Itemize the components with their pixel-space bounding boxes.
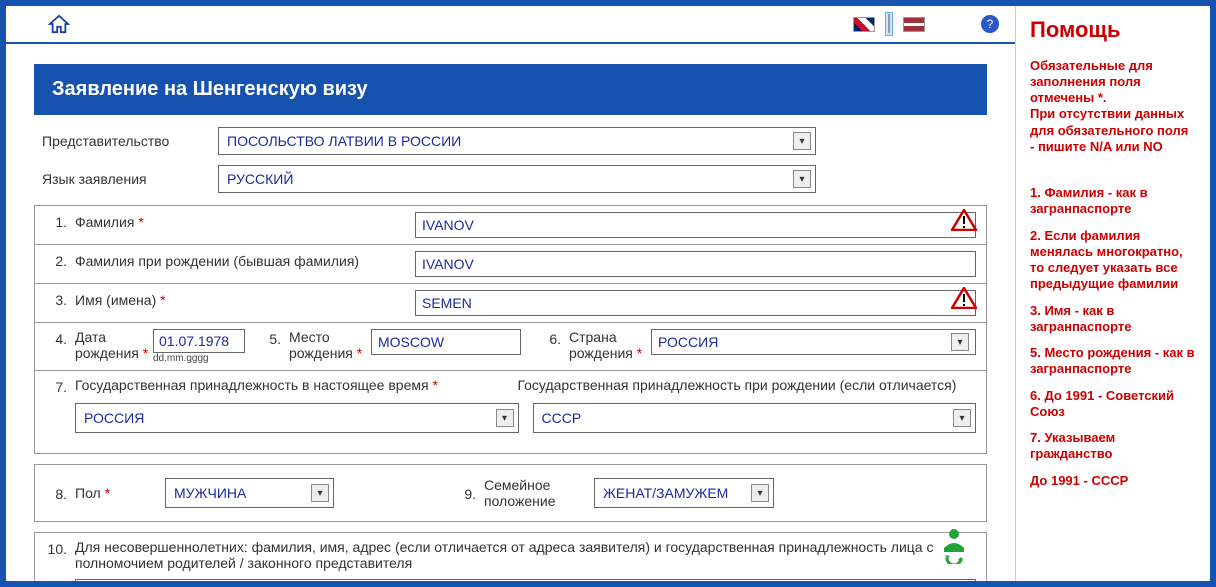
help-h1: 1. Фамилия - как в загранпаспорте — [1030, 185, 1196, 218]
sex-select[interactable]: МУЖЧИНА ▾ — [165, 478, 334, 508]
nationality-birth-select[interactable]: СССР ▾ — [533, 403, 977, 433]
help-h2: 2. Если фамилия менялась многократно, то… — [1030, 228, 1196, 293]
nationality-current-label: Государственная принадлежность в настоящ… — [75, 377, 429, 393]
birth-surname-label: Фамилия при рождении (бывшая фамилия) — [75, 251, 415, 269]
representation-label: Представительство — [34, 133, 218, 149]
language-select[interactable]: РУССКИЙ ▾ — [218, 165, 816, 193]
nationality-current-value: РОССИЯ — [84, 410, 144, 426]
nationality-birth-label: Государственная принадлежность при рожде… — [518, 377, 977, 393]
dob-value: 01.07.1978 — [159, 333, 229, 349]
chevron-down-icon: ▾ — [793, 170, 811, 188]
field-num: 4. — [45, 329, 67, 347]
page-title: Заявление на Шенгенскую визу — [34, 64, 987, 115]
warning-icon — [951, 209, 977, 234]
marital-select[interactable]: ЖЕНАТ/ЗАМУЖЕМ ▾ — [594, 478, 774, 508]
field-num: 2. — [45, 251, 67, 269]
field-num: 5. — [259, 329, 281, 347]
help-h7: 7. Указываем гражданство — [1030, 430, 1196, 463]
surname-input[interactable]: IVANOV — [415, 212, 976, 238]
field-num: 6. — [539, 329, 561, 347]
language-value: РУССКИЙ — [227, 171, 293, 187]
dob-label2: рождения — [75, 345, 139, 361]
minor-guardian-label: Для несовершеннолетних: фамилия, имя, ад… — [75, 539, 976, 571]
field-num: 3. — [45, 290, 67, 308]
dob-input[interactable]: 01.07.1978 — [153, 329, 245, 353]
birthplace-label2: рождения — [289, 345, 353, 361]
field-num: 7. — [45, 377, 67, 395]
flag-ru-icon[interactable] — [885, 12, 893, 36]
chevron-down-icon: ▾ — [793, 132, 811, 150]
firstname-label: Имя (имена) — [75, 292, 156, 308]
warning-icon — [951, 287, 977, 312]
birthcountry-select[interactable]: РОССИЯ ▾ — [651, 329, 976, 355]
help-h5: 5. Место рождения - как в загранпаспорте — [1030, 345, 1196, 378]
dob-label: Дата — [75, 329, 153, 345]
home-icon[interactable] — [48, 14, 70, 34]
dob-hint: dd.mm.gggg — [153, 353, 245, 364]
help-h7b: До 1991 - СССР — [1030, 473, 1196, 489]
surname-value: IVANOV — [422, 217, 474, 233]
nationality-birth-value: СССР — [542, 410, 582, 426]
chevron-down-icon: ▾ — [951, 333, 969, 351]
marital-value: ЖЕНАТ/ЗАМУЖЕМ — [603, 485, 728, 501]
marital-label: Семейное — [484, 477, 594, 493]
minor-guardian-input[interactable] — [75, 579, 976, 581]
help-icon[interactable]: ? — [981, 15, 999, 33]
chevron-down-icon: ▾ — [311, 484, 329, 502]
language-label: Язык заявления — [34, 171, 218, 187]
required-mark: * — [160, 292, 165, 308]
birthplace-label: Место — [289, 329, 371, 345]
help-text: При отсутствии данных для обязательного … — [1030, 106, 1188, 154]
birthplace-input[interactable]: MOSCOW — [371, 329, 521, 355]
flag-lv-icon[interactable] — [903, 17, 925, 32]
chevron-down-icon: ▾ — [751, 484, 769, 502]
nationality-current-select[interactable]: РОССИЯ ▾ — [75, 403, 519, 433]
help-title: Помощь — [1030, 16, 1196, 44]
help-h3: 3. Имя - как в загранпаспорте — [1030, 303, 1196, 336]
birthcountry-label: Страна — [569, 329, 651, 345]
representation-select[interactable]: ПОСОЛЬСТВО ЛАТВИИ В РОССИИ ▾ — [218, 127, 816, 155]
field-num: 9. — [454, 484, 476, 502]
birth-surname-input[interactable]: IVANOV — [415, 251, 976, 277]
required-mark: * — [138, 214, 143, 230]
person-recycle-icon[interactable] — [938, 528, 970, 569]
birthcountry-value: РОССИЯ — [658, 334, 718, 350]
flag-uk-icon[interactable] — [853, 17, 875, 32]
surname-label: Фамилия — [75, 214, 134, 230]
chevron-down-icon: ▾ — [496, 409, 514, 427]
field-num: 8. — [45, 484, 67, 502]
sex-label: Пол — [75, 485, 101, 501]
firstname-value: SEMEN — [422, 295, 472, 311]
help-sidebar: Помощь Обязательные для заполнения поля … — [1016, 6, 1210, 581]
sex-value: МУЖЧИНА — [174, 485, 246, 501]
birthcountry-label2: рождения — [569, 345, 633, 361]
birth-surname-value: IVANOV — [422, 256, 474, 272]
help-text: Обязательные для заполнения поля отмечен… — [1030, 58, 1153, 106]
chevron-down-icon: ▾ — [953, 409, 971, 427]
marital-label2: положение — [484, 493, 594, 509]
birthplace-value: MOSCOW — [378, 334, 444, 350]
field-num: 10. — [45, 539, 67, 557]
help-h6: 6. До 1991 - Советский Союз — [1030, 388, 1196, 421]
firstname-input[interactable]: SEMEN — [415, 290, 976, 316]
field-num: 1. — [45, 212, 67, 230]
representation-value: ПОСОЛЬСТВО ЛАТВИИ В РОССИИ — [227, 133, 461, 149]
